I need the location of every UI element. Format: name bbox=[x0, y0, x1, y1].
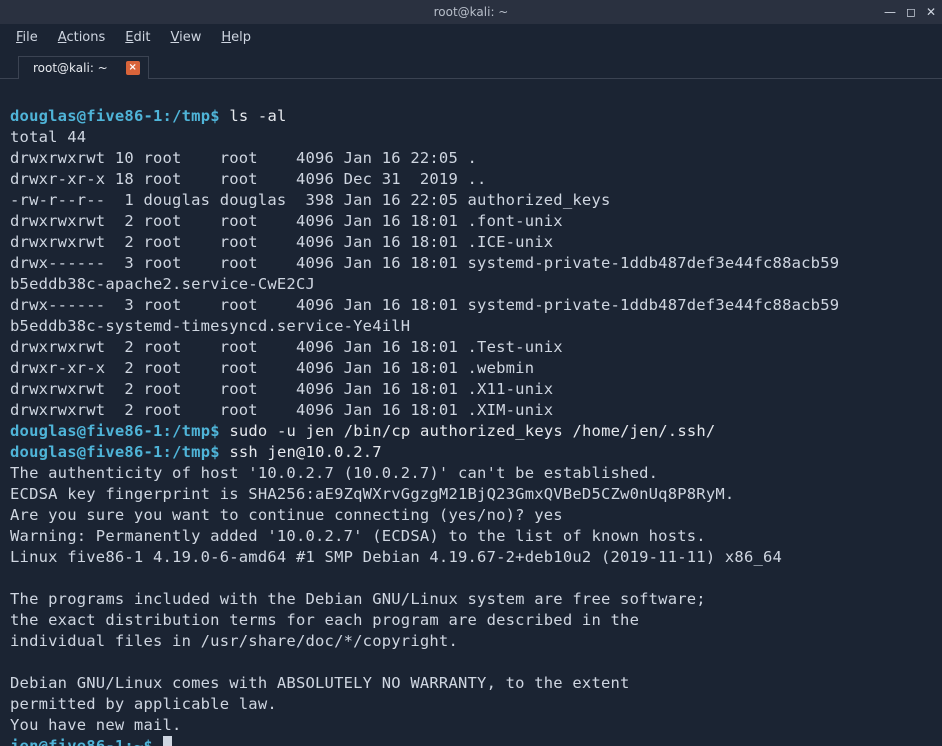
menubar: File Actions Edit View Help bbox=[0, 24, 942, 50]
command-text: ssh jen@10.0.2.7 bbox=[229, 443, 382, 461]
output-line: drwxrwxrwt 2 root root 4096 Jan 16 18:01… bbox=[10, 233, 553, 251]
terminal-output[interactable]: douglas@five86-1:/tmp$ ls -al total 44 d… bbox=[0, 78, 942, 746]
output-line: drwxrwxrwt 2 root root 4096 Jan 16 18:01… bbox=[10, 380, 553, 398]
prompt-symbol: $ bbox=[210, 422, 220, 440]
prompt-path: ~ bbox=[134, 737, 144, 746]
output-line: total 44 bbox=[10, 128, 86, 146]
prompt-symbol: $ bbox=[210, 443, 220, 461]
window-minimize-button[interactable]: — bbox=[884, 5, 896, 19]
output-line: drwx------ 3 root root 4096 Jan 16 18:01… bbox=[10, 296, 839, 314]
output-line: The programs included with the Debian GN… bbox=[10, 590, 706, 608]
window-controls: — ◻ ✕ bbox=[884, 0, 936, 24]
output-line: individual files in /usr/share/doc/*/cop… bbox=[10, 632, 458, 650]
output-line: drwxr-xr-x 2 root root 4096 Jan 16 18:01… bbox=[10, 359, 534, 377]
tab-bar: root@kali: ~ × bbox=[0, 50, 942, 78]
prompt-path: /tmp bbox=[172, 443, 210, 461]
tab-close-icon[interactable]: × bbox=[126, 61, 140, 75]
output-line: b5eddb38c-systemd-timesyncd.service-Ye4i… bbox=[10, 317, 410, 335]
terminal-tab[interactable]: root@kali: ~ × bbox=[18, 56, 149, 79]
output-line: Linux five86-1 4.19.0-6-amd64 #1 SMP Deb… bbox=[10, 548, 782, 566]
prompt-user: jen bbox=[10, 737, 39, 746]
output-line: Are you sure you want to continue connec… bbox=[10, 506, 563, 524]
output-line: drwxrwxrwt 2 root root 4096 Jan 16 18:01… bbox=[10, 212, 563, 230]
output-line: You have new mail. bbox=[10, 716, 182, 734]
prompt-symbol: $ bbox=[144, 737, 154, 746]
output-line: The authenticity of host '10.0.2.7 (10.0… bbox=[10, 464, 658, 482]
menu-help[interactable]: Help bbox=[213, 28, 259, 47]
prompt-host: five86-1 bbox=[86, 443, 162, 461]
output-line: permitted by applicable law. bbox=[10, 695, 277, 713]
output-line: Warning: Permanently added '10.0.2.7' (E… bbox=[10, 527, 706, 545]
prompt-symbol: $ bbox=[210, 107, 220, 125]
prompt-host: five86-1 bbox=[48, 737, 124, 746]
output-line: the exact distribution terms for each pr… bbox=[10, 611, 639, 629]
tab-label: root@kali: ~ bbox=[33, 61, 108, 75]
output-line: ECDSA key fingerprint is SHA256:aE9ZqWXr… bbox=[10, 485, 734, 503]
output-line: drwxrwxrwt 2 root root 4096 Jan 16 18:01… bbox=[10, 401, 553, 419]
command-text: ls -al bbox=[229, 107, 286, 125]
command-text: sudo -u jen /bin/cp authorized_keys /hom… bbox=[229, 422, 715, 440]
output-line: drwxr-xr-x 18 root root 4096 Dec 31 2019… bbox=[10, 170, 487, 188]
prompt-host: five86-1 bbox=[86, 422, 162, 440]
prompt-host: five86-1 bbox=[86, 107, 162, 125]
prompt-user: douglas bbox=[10, 107, 77, 125]
terminal-cursor bbox=[163, 736, 172, 746]
window-titlebar: root@kali: ~ — ◻ ✕ bbox=[0, 0, 942, 24]
output-line: drwx------ 3 root root 4096 Jan 16 18:01… bbox=[10, 254, 839, 272]
menu-file[interactable]: File bbox=[8, 28, 46, 47]
menu-edit[interactable]: Edit bbox=[117, 28, 158, 47]
window-maximize-button[interactable]: ◻ bbox=[906, 5, 916, 19]
window-close-button[interactable]: ✕ bbox=[926, 5, 936, 19]
output-line: b5eddb38c-apache2.service-CwE2CJ bbox=[10, 275, 315, 293]
output-line: drwxrwxrwt 2 root root 4096 Jan 16 18:01… bbox=[10, 338, 563, 356]
prompt-path: /tmp bbox=[172, 107, 210, 125]
prompt-path: /tmp bbox=[172, 422, 210, 440]
output-line: -rw-r--r-- 1 douglas douglas 398 Jan 16 … bbox=[10, 191, 611, 209]
window-title: root@kali: ~ bbox=[434, 5, 509, 19]
output-line: Debian GNU/Linux comes with ABSOLUTELY N… bbox=[10, 674, 630, 692]
menu-view[interactable]: View bbox=[162, 28, 209, 47]
output-line: drwxrwxrwt 10 root root 4096 Jan 16 22:0… bbox=[10, 149, 477, 167]
prompt-user: douglas bbox=[10, 422, 77, 440]
menu-actions[interactable]: Actions bbox=[50, 28, 114, 47]
prompt-user: douglas bbox=[10, 443, 77, 461]
